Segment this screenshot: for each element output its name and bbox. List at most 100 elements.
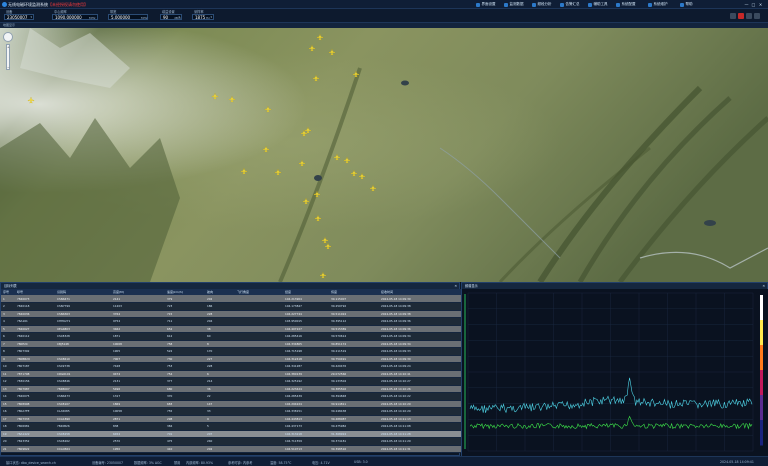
table-cell: 20 <box>1 437 15 446</box>
table-row[interactable]: 20 7823352 CSC8262 2570 475 240 104.711559 30.3… <box>1 437 461 446</box>
minimize-button[interactable]: — <box>744 2 749 7</box>
table-cell: 780A7FE <box>15 407 55 416</box>
chevron-down-icon[interactable]: ▾ <box>210 15 212 21</box>
table-cell: 8 <box>205 340 235 348</box>
table-row[interactable]: 13 7807987 784B007 5496 680 36 104.223424 30.38… <box>1 385 461 393</box>
table-cell: 104.294224 <box>283 400 329 408</box>
table-row[interactable]: 11 7871798 CDG6101 9474 754 6 104.380139 29.072… <box>1 370 461 378</box>
param-2: 带宽 5.000000 MHz <box>108 10 148 22</box>
table-row[interactable]: 15 7808998 CSC8107 1869 683 147 104.294224 30.9… <box>1 400 461 408</box>
table-cell <box>235 340 283 348</box>
table-row[interactable]: 8 7807392 1905 522 170 104.715198 30.211519 202… <box>1 347 461 356</box>
table-cell: CSN7799 <box>55 302 111 311</box>
table-cell: 104.711559 <box>283 437 329 446</box>
table-row[interactable]: 4 78A161 CHH6271 9754 711 204 103.950015 30.395… <box>1 317 461 326</box>
map-view[interactable]: + − <box>0 28 768 282</box>
menu-item-6[interactable]: 系统维护 <box>648 2 668 7</box>
table-row[interactable]: 12 7830156 CSC8846 2131 377 214 104.325192 30.1… <box>1 377 461 386</box>
table-cell: 30.398516 <box>329 445 379 453</box>
table-row[interactable]: 2 7840118 CSN7799 11203 723 186 104.173847 30.2… <box>1 302 461 311</box>
chevron-down-icon[interactable]: ▾ <box>178 15 180 21</box>
table-row[interactable]: 10 7807187 CSC9738 7428 753 228 104.341287 30.4… <box>1 362 461 371</box>
table-cell: 2024-05-18 14:11:13 <box>379 415 461 423</box>
table-cell: 30.570614 <box>329 332 379 341</box>
table-cell: 104.341287 <box>283 362 329 371</box>
menu-item-2[interactable]: 频段分析 <box>532 2 552 7</box>
table-cell: CSC8262 <box>55 437 111 446</box>
table-cell: CHH6271 <box>55 317 111 326</box>
table-row[interactable]: 16 780A7FE CLA5085 10058 755 33 104.338151 30.2… <box>1 407 461 416</box>
table-cell: 715 <box>165 310 205 318</box>
table-cell: 30.385502 <box>329 385 379 393</box>
table-cell: 202 <box>205 445 235 453</box>
spectrum-colorbar <box>760 295 763 446</box>
param-input[interactable]: 90 dBm ▾ <box>160 14 182 20</box>
table-row[interactable]: 5 7840027 UEA4803 3462 652 38 104.407227 30.515… <box>1 325 461 333</box>
table-row[interactable]: 18 7806981 7840B26 838 384 5 104.437173 30.4759… <box>1 422 461 431</box>
status-item: 数据频率: 3% AGC <box>134 461 162 465</box>
table-cell: 9754 <box>111 317 165 326</box>
table-cell: 1950 <box>111 445 165 453</box>
table-cell: 2131 <box>111 377 165 386</box>
table-cell: 2024-05-18 14:10:41 <box>379 370 461 378</box>
table-cell <box>235 407 283 416</box>
table-cell: 9474 <box>111 370 165 378</box>
param-input[interactable]: 1090.000000 MHz <box>52 14 98 20</box>
table-cell <box>235 370 283 378</box>
zoom-slider[interactable]: + − <box>6 44 10 70</box>
table-cell <box>235 325 283 333</box>
table-cell: 475 <box>165 437 205 446</box>
menu-item-7[interactable]: 帮助 <box>680 2 693 7</box>
table-cell: UEA4803 <box>55 325 111 333</box>
menu-item-label: 系统维护 <box>653 2 668 6</box>
table-cell: 612 <box>165 332 205 341</box>
tool-icon <box>588 2 592 7</box>
param-input[interactable]: 5.000000 MHz <box>108 14 148 20</box>
record-button[interactable] <box>738 13 744 19</box>
table-row[interactable]: 17 7807333 CCA1890 2871 298 9 104.443813 30.488… <box>1 415 461 423</box>
data-icon <box>504 2 508 7</box>
param-value: 90 <box>163 15 169 20</box>
toolbar-button-0[interactable] <box>730 13 736 19</box>
table-row[interactable]: 3 7840036 CSN6303 3764 715 228 104.227744 30.51… <box>1 310 461 318</box>
param-1: 中心频率 1090.000000 MHz <box>52 10 98 22</box>
toolbar-button-3[interactable] <box>754 13 760 19</box>
param-value: 5.000000 <box>111 15 131 20</box>
table-cell: 30.115007 <box>329 295 379 303</box>
close-icon[interactable]: ✕ <box>454 283 457 289</box>
menu-item-5[interactable]: 系统配置 <box>616 2 636 7</box>
menu-item-0[interactable]: 界面设置 <box>476 2 496 7</box>
menu-item-4[interactable]: 辅助工具 <box>588 2 608 7</box>
table-cell: 17 <box>1 415 15 423</box>
zoom-out-button[interactable]: − <box>7 65 10 69</box>
colorbar-segment <box>760 320 763 346</box>
close-button[interactable]: ✕ <box>758 2 763 7</box>
chevron-down-icon[interactable]: ▾ <box>30 15 32 21</box>
table-cell: 11 <box>1 370 15 378</box>
table-cell: 104.715198 <box>283 347 329 356</box>
zoom-in-button[interactable]: + <box>7 45 10 49</box>
maximize-button[interactable]: □ <box>751 2 756 7</box>
table-cell: 652 <box>165 325 205 333</box>
menu-item-3[interactable]: 告警汇总 <box>560 2 580 7</box>
menu-item-1[interactable]: 监测数据 <box>504 2 524 7</box>
table-row[interactable]: 1 7840073 CSN6471 2141 379 202 104.213904 30.11… <box>1 295 461 303</box>
satellite-map[interactable] <box>0 28 768 282</box>
compass-icon[interactable] <box>3 32 13 42</box>
table-row[interactable]: 7 780E2C CBJ5148 10008 758 8 104.334805 30.8511… <box>1 340 461 348</box>
table-cell: 104.285416 <box>283 332 329 341</box>
spectrum-plot[interactable] <box>462 289 768 456</box>
colorbar-segment <box>760 395 763 421</box>
param-input[interactable]: 23050007 ▾ <box>4 14 34 20</box>
table-row[interactable]: 19 78A1422 CSC8258 6454 701 207 104.313218 31.3… <box>1 430 461 438</box>
table-cell: 754 <box>165 370 205 378</box>
table-row[interactable]: 21 7809822 CCA4564 1950 410 202 104.510713 30.3… <box>1 445 461 453</box>
table-cell: 1871 <box>111 332 165 341</box>
table-cell: 78A161 <box>15 317 55 326</box>
table-row[interactable]: 9 780BB29 CSC8610 7007 730 227 104.312418 30.75… <box>1 355 461 363</box>
param-input[interactable]: 1875 Hz ▾ <box>192 14 214 20</box>
toolbar-button-2[interactable] <box>746 13 752 19</box>
table-row[interactable]: 6 7840112 CSC8328 1871 612 60 104.285416 30.570… <box>1 332 461 341</box>
table-cell: 7428 <box>111 362 165 371</box>
table-row[interactable]: 14 7840075 CSN6473 1317 370 22 104.285439 30.39… <box>1 392 461 401</box>
